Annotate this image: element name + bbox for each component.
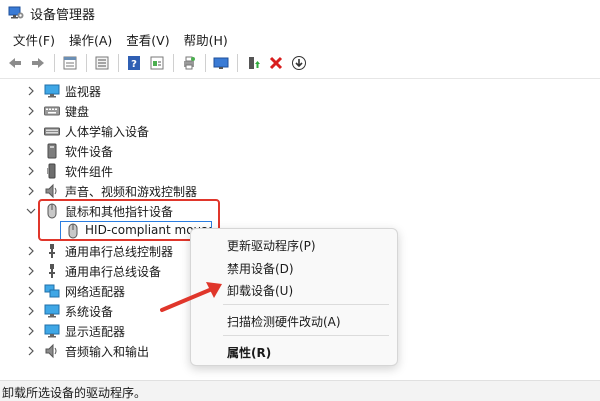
display-adapter-icon [44, 324, 60, 338]
tree-item-label: 键盘 [65, 104, 90, 119]
toolbar: ? [0, 50, 600, 76]
chevron-right-icon[interactable] [26, 186, 36, 196]
chevron-right-icon[interactable] [26, 346, 36, 356]
tree-item-label: 网络适配器 [65, 284, 126, 299]
update-driver-icon [249, 57, 260, 69]
view-icon [150, 56, 164, 70]
network-icon [44, 284, 60, 298]
tree-item-hid[interactable]: 人体学输入设备 [0, 121, 600, 141]
chevron-right-icon[interactable] [26, 166, 36, 176]
toolbar-separator [118, 54, 119, 72]
list-button[interactable] [91, 52, 113, 74]
chevron-right-icon[interactable] [26, 266, 36, 276]
update-driver-button[interactable] [242, 52, 264, 74]
usb-icon [49, 244, 55, 258]
menu-separator [223, 335, 389, 336]
properties-icon [63, 56, 77, 70]
download-button[interactable] [288, 52, 310, 74]
status-bar: 卸载所选设备的驱动程序。 [0, 380, 600, 401]
toolbar-separator [54, 54, 55, 72]
tree-item-label: 监视器 [65, 84, 102, 99]
chevron-down-icon[interactable] [26, 206, 36, 216]
menu-help[interactable]: 帮助(H) [177, 28, 235, 51]
tree-item-sound[interactable]: 声音、视频和游戏控制器 [0, 181, 600, 201]
monitor-icon [213, 57, 229, 69]
hid-icon [44, 127, 60, 136]
forward-icon [32, 58, 44, 68]
menu-scan-hardware[interactable]: 扫描检测硬件改动(A) [227, 313, 341, 330]
tree-item-label: 显示适配器 [65, 324, 126, 339]
title-bar: 设备管理器 [0, 0, 600, 26]
chevron-right-icon[interactable] [26, 106, 36, 116]
tree-item-label: 系统设备 [65, 304, 114, 319]
tree-item-label: 声音、视频和游戏控制器 [65, 184, 198, 199]
toolbar-separator [205, 54, 206, 72]
print-icon [184, 56, 195, 70]
software-component-icon [47, 163, 56, 179]
window-title: 设备管理器 [30, 8, 96, 23]
tree-item-label: 通用串行总线控制器 [65, 244, 174, 259]
pointer-arrow-icon [160, 282, 222, 312]
properties-button[interactable] [59, 52, 81, 74]
menu-action[interactable]: 操作(A) [62, 28, 119, 51]
system-device-icon [44, 304, 60, 318]
tree-item-label: 软件组件 [65, 164, 114, 179]
keyboard-icon [44, 106, 60, 116]
menu-uninstall-device[interactable]: 卸载设备(U) [227, 282, 293, 299]
toolbar-separator [86, 54, 87, 72]
tree-item-keyboard[interactable]: 键盘 [0, 101, 600, 121]
tree-item-label: 软件设备 [65, 144, 114, 159]
forward-button[interactable] [27, 52, 49, 74]
help-icon: ? [128, 56, 140, 70]
menu-properties[interactable]: 属性(R) [227, 344, 271, 361]
menu-file[interactable]: 文件(F) [6, 28, 62, 51]
tree-item-label: 通用串行总线设备 [65, 264, 162, 279]
back-button[interactable] [4, 52, 26, 74]
view-button[interactable] [146, 52, 168, 74]
toolbar-separator [237, 54, 238, 72]
chevron-right-icon[interactable] [26, 86, 36, 96]
tree-item-software-device[interactable]: 软件设备 [0, 141, 600, 161]
tree-item-software-component[interactable]: 软件组件 [0, 161, 600, 181]
monitor-button[interactable] [210, 52, 232, 74]
device-manager-icon [8, 6, 24, 19]
chevron-right-icon[interactable] [26, 146, 36, 156]
chevron-right-icon[interactable] [26, 246, 36, 256]
chevron-right-icon[interactable] [26, 286, 36, 296]
audio-icon [45, 343, 57, 359]
back-icon [9, 58, 21, 68]
download-icon [292, 56, 306, 70]
chevron-right-icon[interactable] [26, 326, 36, 336]
monitor-icon [44, 84, 60, 98]
menu-bar: 文件(F) 操作(A) 查看(V) 帮助(H) [0, 28, 600, 50]
software-device-icon [47, 143, 57, 159]
menu-separator [223, 304, 389, 305]
menu-update-driver[interactable]: 更新驱动程序(P) [227, 237, 316, 254]
chevron-right-icon[interactable] [26, 306, 36, 316]
usb-icon [49, 264, 55, 278]
menu-view[interactable]: 查看(V) [119, 28, 176, 51]
status-text: 卸载所选设备的驱动程序。 [2, 386, 147, 400]
uninstall-icon [269, 56, 283, 70]
help-button[interactable]: ? [123, 52, 145, 74]
menu-disable-device[interactable]: 禁用设备(D) [227, 260, 294, 277]
svg-text:?: ? [131, 59, 137, 70]
tree-item-label: 音频输入和输出 [65, 344, 150, 359]
uninstall-button[interactable] [265, 52, 287, 74]
tree-item-monitor[interactable]: 监视器 [0, 81, 600, 101]
sound-icon [45, 183, 57, 199]
toolbar-separator [173, 54, 174, 72]
chevron-right-icon[interactable] [26, 126, 36, 136]
tree-item-label: 人体学输入设备 [65, 124, 150, 139]
print-button[interactable] [178, 52, 200, 74]
list-icon [95, 56, 109, 70]
